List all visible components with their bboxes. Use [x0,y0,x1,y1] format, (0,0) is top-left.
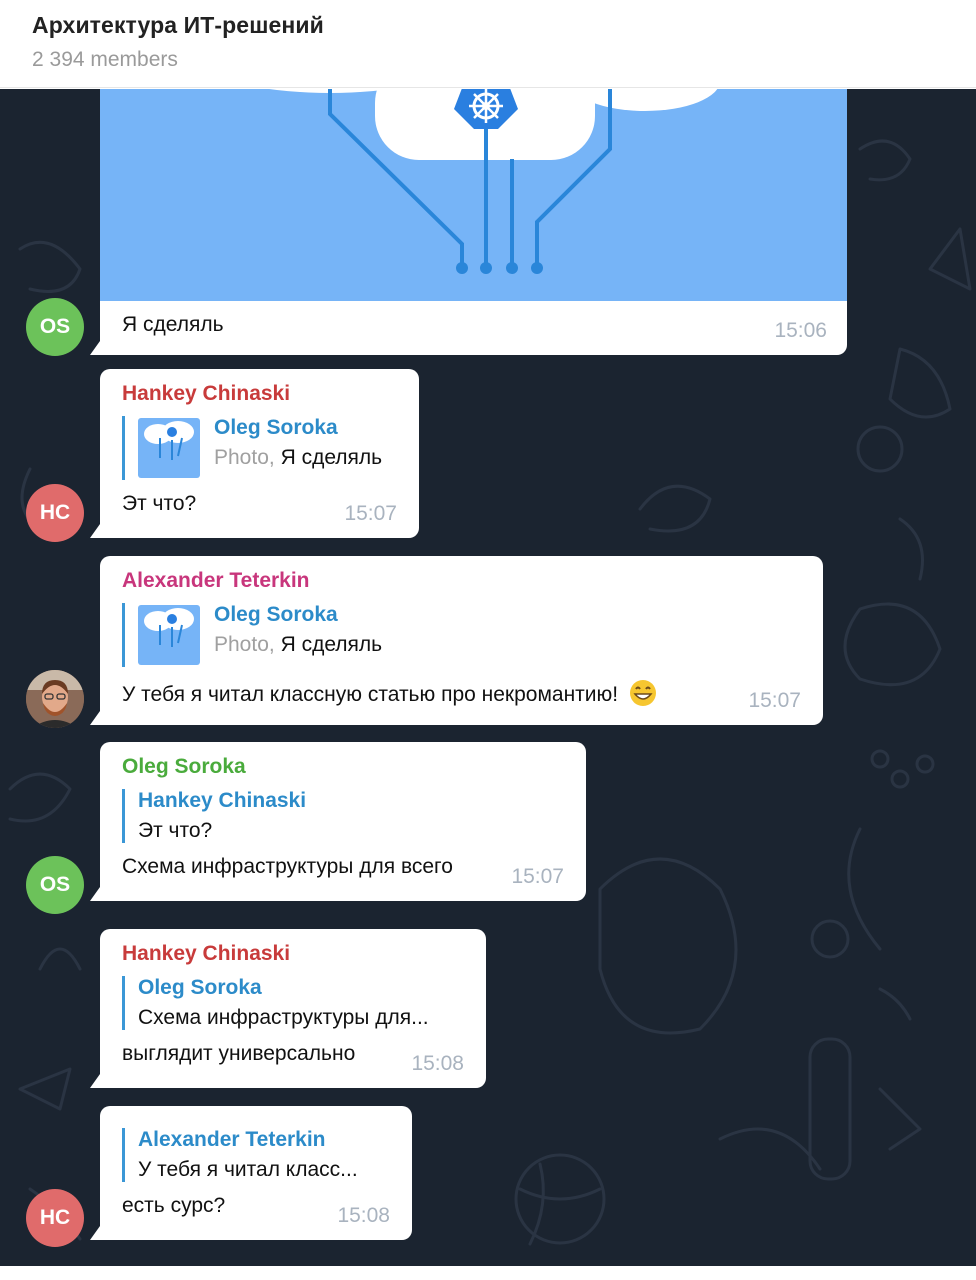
message-bubble[interactable]: Alexander Teterkin У тебя я читал класс.… [90,1106,412,1240]
message-text: выглядит универсально [122,1042,356,1065]
message-time: 15:08 [337,1204,390,1227]
message-text: есть сурс? [122,1194,226,1217]
message-time: 15:07 [511,865,564,888]
message-text: У тебя я читал классную статью про некро… [122,683,619,706]
user-photo-icon [26,670,84,728]
reply-preview[interactable]: Alexander Teterkin У тебя я читал класс.… [122,1128,390,1182]
message[interactable]: Alexander Teterkin Oleg Soroka Photo, Я … [90,556,823,725]
message-text: Я сделяль [122,313,224,336]
avatar[interactable]: OS [26,856,84,914]
reply-author: Oleg Soroka [214,603,338,626]
member-count: 2 394 members [32,48,178,71]
message-time: 15:07 [344,502,397,525]
message[interactable]: Hankey Chinaski Oleg Soroka Схема инфрас… [90,929,486,1088]
message-bubble[interactable]: Oleg Soroka Hankey Chinaski Эт что? 15:0… [90,742,586,901]
reply-snippet: Эт что? [138,819,213,842]
message-text: Схема инфраструктуры для всего [122,855,453,878]
chat-title: Архитектура ИТ-решений [32,12,324,38]
reply-author: Oleg Soroka [138,976,262,999]
grinning-face-emoji-icon [629,680,656,706]
message[interactable]: Oleg Soroka Hankey Chinaski Эт что? 15:0… [90,742,586,901]
message-bubble[interactable]: 15:06 Я сделяль [90,89,847,355]
avatar-photo[interactable] [26,670,84,728]
sender-name[interactable]: Alexander Teterkin [122,569,801,593]
reply-snippet: У тебя я читал класс... [138,1158,358,1181]
sender-name[interactable]: Hankey Chinaski [122,942,464,966]
reply-author: Oleg Soroka [214,416,338,439]
message[interactable]: 15:06 Я сделяль [90,89,847,355]
infrastructure-diagram-image [100,89,847,301]
message-time: 15:07 [748,689,801,712]
reply-snippet: Схема инфраструктуры для... [138,1006,429,1029]
avatar[interactable]: HC [26,1189,84,1247]
reply-thumbnail [138,605,200,665]
reply-author: Hankey Chinaski [138,789,307,812]
reply-thumbnail [138,418,200,478]
message[interactable]: Hankey Chinaski Oleg Soroka Photo, Я сде… [90,369,419,538]
sender-name[interactable]: Hankey Chinaski [122,382,397,406]
attached-photo[interactable] [100,89,847,301]
reply-snippet: Photo, Я сделяль [214,446,383,469]
reply-author: Alexander Teterkin [138,1128,326,1151]
message-time: 15:08 [411,1052,464,1075]
chat-header[interactable]: Архитектура ИТ-решений 2 394 members [0,0,976,88]
message-text: Эт что? [122,492,197,515]
reply-preview[interactable]: Oleg Soroka Схема инфраструктуры для... [122,976,464,1030]
message-time: 15:06 [774,319,827,342]
sender-name[interactable]: Oleg Soroka [122,755,564,779]
avatar[interactable]: HC [26,484,84,542]
message-bubble[interactable]: Hankey Chinaski Oleg Soroka Photo, Я сде… [90,369,419,538]
reply-preview[interactable]: Hankey Chinaski Эт что? [122,789,564,843]
message[interactable]: Alexander Teterkin У тебя я читал класс.… [90,1106,412,1240]
reply-preview[interactable]: Oleg Soroka Photo, Я сделяль [122,603,801,667]
message-bubble[interactable]: Alexander Teterkin Oleg Soroka Photo, Я … [90,556,823,725]
message-bubble[interactable]: Hankey Chinaski Oleg Soroka Схема инфрас… [90,929,486,1088]
avatar[interactable]: OS [26,298,84,356]
reply-preview[interactable]: Oleg Soroka Photo, Я сделяль [122,416,397,480]
footer-strip [0,1266,976,1280]
message-list[interactable]: 15:06 Я сделяль OS Hankey Chinaski Oleg … [0,89,976,1266]
reply-snippet: Photo, Я сделяль [214,633,383,656]
